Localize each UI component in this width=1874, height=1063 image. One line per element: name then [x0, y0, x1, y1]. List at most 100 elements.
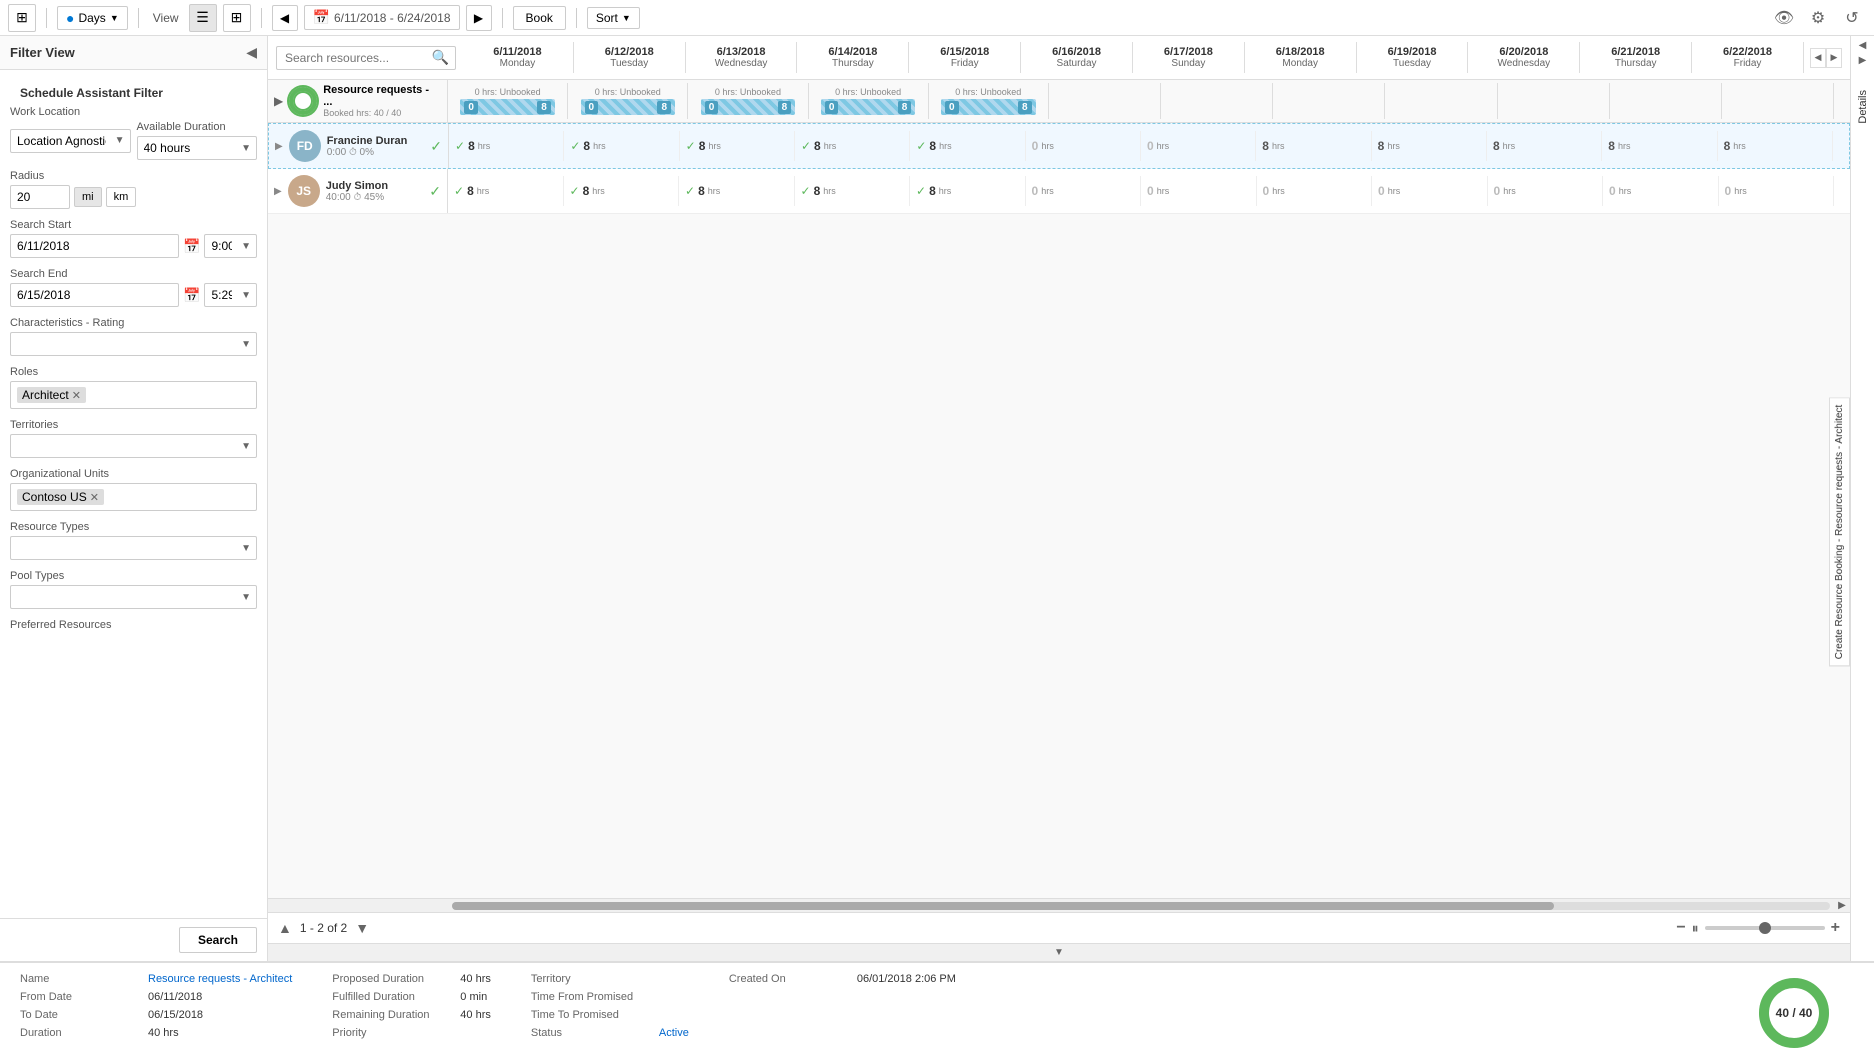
grid-view-btn[interactable]: ⊞	[223, 4, 251, 32]
work-location-select[interactable]: Location Agnostic	[10, 129, 131, 153]
km-btn[interactable]: km	[106, 187, 137, 207]
roles-label: Roles	[10, 366, 257, 378]
roles-tag-architect-remove[interactable]: ✕	[72, 389, 81, 402]
filter-header: Filter View ◀	[0, 36, 267, 70]
resource-row-1[interactable]: ▶ JS Judy Simon 40:00 ⏱ 45% ✓ ✓8hrs✓8hrs…	[268, 169, 1850, 214]
pause-btn[interactable]: ⏸	[1692, 920, 1699, 937]
resource-cell-1-3: ✓8hrs	[795, 176, 911, 206]
org-units-tag-contoso-remove[interactable]: ✕	[90, 491, 99, 504]
req-cell-empty-8	[1385, 83, 1497, 119]
resource-row-0[interactable]: ▶ FD Francine Duran 0:00 ⏱ 0% ✓ ✓8hrs✓8h…	[268, 123, 1850, 169]
filter-collapse-btn[interactable]: ◀	[246, 44, 257, 61]
req-cell-empty-9	[1498, 83, 1610, 119]
details-tab-text[interactable]: Details	[1857, 90, 1869, 124]
characteristics-select[interactable]	[10, 332, 257, 356]
date-col-6-16-2018: 6/16/2018Saturday	[1021, 42, 1133, 73]
h-scrollbar-thumb[interactable]	[452, 902, 1554, 910]
refresh-icon-btn[interactable]: ↺	[1838, 4, 1866, 32]
page-prev-btn[interactable]: ▲	[278, 920, 292, 936]
date-col-6-20-2018: 6/20/2018Wednesday	[1468, 42, 1580, 73]
resource-search-input[interactable]	[277, 47, 426, 69]
req-expand-btn[interactable]: ▶	[274, 94, 283, 108]
req-subtitle: Booked hrs: 40 / 40	[323, 108, 441, 118]
settings-icon-btn[interactable]: ⚙	[1804, 4, 1832, 32]
search-end-row: Search End 📅 5:29 PM ▼	[10, 268, 257, 307]
create-resource-booking-tab[interactable]: Create Resource Booking - Resource reque…	[1829, 397, 1850, 666]
scroll-left-btn[interactable]: ◀	[1810, 48, 1826, 68]
status-label: Status	[531, 1027, 651, 1039]
search-end-date-input[interactable]	[10, 283, 179, 307]
zoom-in-btn[interactable]: +	[1831, 919, 1840, 937]
details-expand-left[interactable]: ◀	[1859, 40, 1867, 51]
prev-date-btn[interactable]: ◀	[272, 5, 298, 31]
date-col-6-11-2018: 6/11/2018Monday	[462, 42, 574, 73]
search-btn[interactable]: Search	[179, 927, 257, 953]
mi-btn[interactable]: mi	[74, 187, 102, 207]
grid-icon-btn[interactable]: ⊞	[8, 4, 36, 32]
resource-search-btn[interactable]: 🔍	[426, 49, 455, 66]
separator-3	[261, 8, 262, 28]
duration-label: Duration	[20, 1027, 140, 1039]
name-field-value[interactable]: Resource requests - Architect	[148, 973, 292, 985]
page-info: 1 - 2 of 2	[300, 921, 347, 935]
zoom-controls: − ⏸ +	[1676, 919, 1840, 937]
scroll-right-btn[interactable]: ▶	[1826, 48, 1842, 68]
resource-search-wrap: 🔍	[276, 46, 456, 70]
remaining-duration-field: Remaining Duration 40 hrs	[332, 1009, 491, 1021]
available-duration-select[interactable]: 40 hours	[137, 136, 258, 160]
org-units-row: Organizational Units Contoso US ✕	[10, 468, 257, 511]
sort-label: Sort	[596, 11, 618, 25]
resource-name-1: Judy Simon	[326, 180, 422, 192]
page-next-btn[interactable]: ▼	[355, 920, 369, 936]
resource-cell-1-11: 0hrs	[1719, 176, 1835, 206]
zoom-out-btn[interactable]: −	[1676, 919, 1685, 937]
donut-container: 40 / 40	[1754, 973, 1834, 1053]
resource-types-select[interactable]	[10, 536, 257, 560]
list-view-btn[interactable]: ☰	[189, 4, 217, 32]
zoom-slider[interactable]	[1705, 926, 1825, 930]
org-units-tag-input[interactable]: Contoso US ✕	[10, 483, 257, 511]
radius-input[interactable]	[10, 185, 70, 209]
pool-types-select[interactable]	[10, 585, 257, 609]
resource-cell-0-0: ✓8hrs	[449, 131, 564, 161]
resource-details-1: Judy Simon 40:00 ⏱ 45%	[326, 180, 422, 203]
search-start-calendar-icon[interactable]: 📅	[183, 238, 200, 255]
eye-icon-btn[interactable]: 👁	[1770, 4, 1798, 32]
status-value[interactable]: Active	[659, 1027, 689, 1039]
next-date-btn[interactable]: ▶	[466, 5, 492, 31]
req-label-col: ▶ Resource requests - ... Booked hrs: 40…	[268, 80, 448, 122]
work-location-label: Work Location	[10, 106, 257, 118]
search-end-time-select[interactable]: 5:29 PM	[204, 283, 257, 307]
resource-info-col-0: ▶ FD Francine Duran 0:00 ⏱ 0% ✓	[269, 124, 449, 168]
sort-btn[interactable]: Sort ▼	[587, 7, 640, 29]
resource-details-0: Francine Duran 0:00 ⏱ 0%	[327, 135, 423, 158]
h-scrollbar-track[interactable]	[452, 902, 1830, 910]
available-duration-label: Available Duration	[137, 121, 258, 133]
roles-tag-input[interactable]: Architect ✕	[10, 381, 257, 409]
resource-cells-0: ✓8hrs✓8hrs✓8hrs✓8hrs✓8hrs0hrs0hrs8hrs8hr…	[449, 131, 1849, 161]
priority-field: Priority	[332, 1027, 491, 1039]
days-dropdown-btn[interactable]: ● Days ▼	[57, 6, 128, 30]
fulfilled-duration-field: Fulfilled Duration 0 min	[332, 991, 491, 1003]
date-range-display[interactable]: 📅 6/11/2018 - 6/24/2018	[304, 5, 460, 30]
book-btn[interactable]: Book	[513, 6, 566, 30]
resource-expand-0[interactable]: ▶	[275, 141, 283, 152]
separator-4	[502, 8, 503, 28]
search-end-calendar-icon[interactable]: 📅	[183, 287, 200, 304]
search-start-time-select[interactable]: 9:00 AM	[204, 234, 257, 258]
roles-tag-architect-label: Architect	[22, 388, 69, 402]
date-col-6-14-2018: 6/14/2018Thursday	[797, 42, 909, 73]
req-cell-empty-11	[1722, 83, 1834, 119]
resource-expand-1[interactable]: ▶	[274, 186, 282, 197]
h-scroll-right-btn[interactable]: ▶	[1834, 900, 1850, 911]
characteristics-row: Characteristics - Rating ▼	[10, 317, 257, 356]
top-toolbar: ⊞ ● Days ▼ View ☰ ⊞ ◀ 📅 6/11/2018 - 6/24…	[0, 0, 1874, 36]
donut-wrap: 40 / 40	[1754, 973, 1854, 1053]
search-start-date-input[interactable]	[10, 234, 179, 258]
details-expand-right[interactable]: ▶	[1859, 55, 1867, 66]
date-col-6-13-2018: 6/13/2018Wednesday	[686, 42, 798, 73]
bottom-toggle-btn[interactable]: ▼	[1054, 947, 1064, 958]
org-units-tag-contoso-label: Contoso US	[22, 490, 87, 504]
territories-select[interactable]	[10, 434, 257, 458]
avatar-1: JS	[288, 175, 320, 207]
